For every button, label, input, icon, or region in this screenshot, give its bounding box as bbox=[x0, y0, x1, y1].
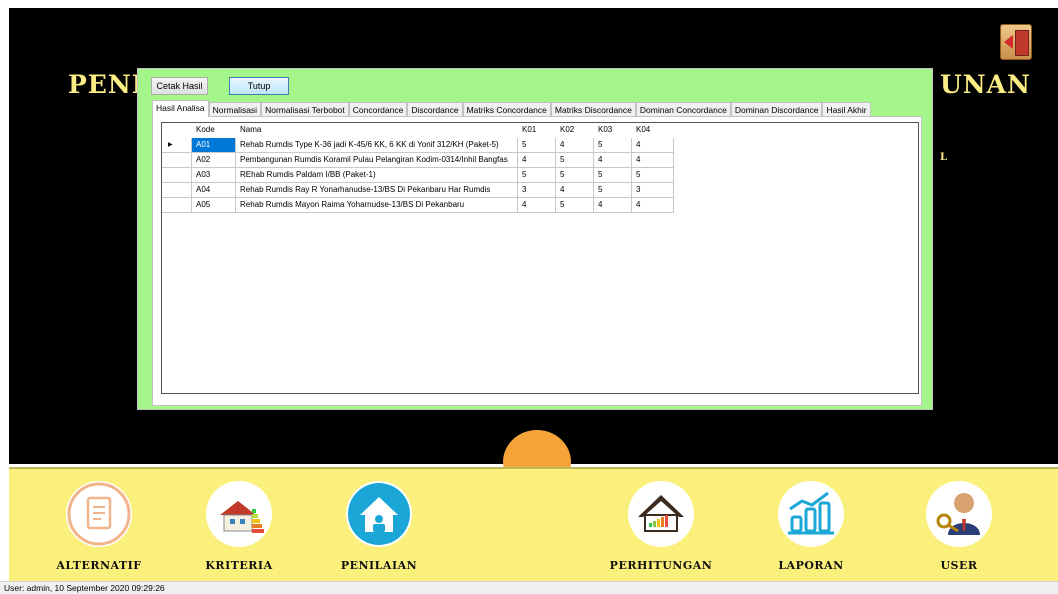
tab-discordance[interactable]: Discordance bbox=[407, 102, 463, 117]
print-result-button[interactable]: Cetak Hasil bbox=[151, 77, 208, 95]
status-bar: User: admin, 10 September 2020 09:29:26 bbox=[0, 581, 1058, 594]
cell-nama[interactable]: REhab Rumdis Paldam I/BB (Paket-1) bbox=[236, 168, 518, 183]
nav-icon-circle bbox=[628, 481, 694, 547]
nav-user[interactable]: USER bbox=[899, 469, 1019, 579]
cell-kode[interactable]: A04 bbox=[192, 183, 236, 198]
column-header-k01[interactable]: K01 bbox=[518, 123, 556, 138]
tab-matriks-concordance[interactable]: Matriks Concordance bbox=[462, 102, 551, 117]
cell-k02[interactable]: 4 bbox=[556, 183, 594, 198]
cell-k01[interactable]: 4 bbox=[518, 153, 556, 168]
receipt-icon bbox=[67, 482, 131, 546]
door-icon bbox=[1015, 30, 1029, 56]
cell-k03[interactable]: 4 bbox=[594, 153, 632, 168]
cell-kode[interactable]: A05 bbox=[192, 198, 236, 213]
cell-k04[interactable]: 3 bbox=[632, 183, 674, 198]
cell-k03[interactable]: 5 bbox=[594, 138, 632, 153]
tab-panel-hasil-analisa: Kode Nama K01 K02 K03 K04 ▶ A01 Rehab Ru… bbox=[152, 116, 922, 406]
nav-alternatif[interactable]: ALTERNATIF bbox=[39, 469, 159, 579]
house-rating-icon bbox=[638, 495, 684, 532]
nav-icon-circle bbox=[926, 481, 992, 547]
top-margin bbox=[0, 0, 1058, 8]
tab-normalisasi-terbobot[interactable]: Normalisasi Terbobot bbox=[261, 102, 349, 117]
cell-k03[interactable]: 5 bbox=[594, 183, 632, 198]
cell-k03[interactable]: 5 bbox=[594, 168, 632, 183]
nav-label: ALTERNATIF bbox=[56, 559, 142, 572]
cell-k03[interactable]: 4 bbox=[594, 198, 632, 213]
row-selector[interactable] bbox=[162, 183, 192, 198]
data-grid[interactable]: Kode Nama K01 K02 K03 K04 ▶ A01 Rehab Ru… bbox=[161, 122, 919, 394]
tab-matriks-discordance[interactable]: Matriks Discordance bbox=[550, 102, 636, 117]
exit-button[interactable] bbox=[1000, 24, 1032, 60]
row-selector-icon[interactable]: ▶ bbox=[162, 138, 192, 153]
column-header-k03[interactable]: K03 bbox=[594, 123, 632, 138]
cell-k04[interactable]: 4 bbox=[632, 153, 674, 168]
tab-normalisasi[interactable]: Normalisasi bbox=[208, 102, 262, 117]
tab-dominan-discordance[interactable]: Dominan Discordance bbox=[730, 102, 823, 117]
bar-chart-icon bbox=[788, 491, 834, 535]
cell-nama[interactable]: Rehab Rumdis Type K-36 jadi K-45/6 KK, 6… bbox=[236, 138, 518, 153]
nav-label: USER bbox=[940, 559, 978, 572]
column-header-nama[interactable]: Nama bbox=[236, 123, 518, 138]
row-selector[interactable] bbox=[162, 168, 192, 183]
app-window: PENE UNAN L Cetak Hasil Tutup Hasil Anal… bbox=[0, 0, 1058, 594]
tab-strip: Hasil Analisa Normalisasi Normalisasi Te… bbox=[152, 100, 871, 117]
cell-k02[interactable]: 5 bbox=[556, 153, 594, 168]
cell-k02[interactable]: 5 bbox=[556, 168, 594, 183]
nav-icon-circle bbox=[66, 481, 132, 547]
nav-perhitungan[interactable]: PERHITUNGAN bbox=[601, 469, 721, 579]
status-text: User: admin, 10 September 2020 09:29:26 bbox=[4, 583, 165, 593]
nav-icon-circle bbox=[346, 481, 412, 547]
app-title-right: UNAN bbox=[940, 70, 1031, 99]
nav-label: PENILAIAN bbox=[340, 559, 418, 572]
cell-kode[interactable]: A03 bbox=[192, 168, 236, 183]
app-subtitle-fragment: L bbox=[940, 152, 948, 163]
cell-k04[interactable]: 4 bbox=[632, 198, 674, 213]
row-selector[interactable] bbox=[162, 153, 192, 168]
cell-k02[interactable]: 5 bbox=[556, 198, 594, 213]
row-selector[interactable] bbox=[162, 198, 192, 213]
nav-kriteria[interactable]: KRITERIA bbox=[179, 469, 299, 579]
cell-k01[interactable]: 4 bbox=[518, 198, 556, 213]
cell-k02[interactable]: 4 bbox=[556, 138, 594, 153]
column-header-kode[interactable]: Kode bbox=[192, 123, 236, 138]
house-energy-icon bbox=[220, 501, 264, 533]
cell-k01[interactable]: 3 bbox=[518, 183, 556, 198]
nav-icon-circle bbox=[206, 481, 272, 547]
result-dialog: Cetak Hasil Tutup Hasil Analisa Normalis… bbox=[137, 68, 933, 410]
cell-kode[interactable]: A01 bbox=[192, 138, 236, 153]
cell-nama[interactable]: Rehab Rumdis Ray R Yonarhanudse-13/BS Di… bbox=[236, 183, 518, 198]
nav-label: KRITERIA bbox=[205, 559, 273, 572]
cell-nama[interactable]: Rehab Rumdis Mayon Raima Yoharnudse-13/B… bbox=[236, 198, 518, 213]
cell-k01[interactable]: 5 bbox=[518, 168, 556, 183]
cell-k01[interactable]: 5 bbox=[518, 138, 556, 153]
column-header-k04[interactable]: K04 bbox=[632, 123, 674, 138]
cell-k04[interactable]: 4 bbox=[632, 138, 674, 153]
user-keys-icon bbox=[936, 493, 980, 535]
house-user-icon bbox=[348, 483, 410, 545]
exit-arrow-icon bbox=[1004, 35, 1013, 49]
cell-kode[interactable]: A02 bbox=[192, 153, 236, 168]
column-header-k02[interactable]: K02 bbox=[556, 123, 594, 138]
nav-penilaian[interactable]: PENILAIAN bbox=[319, 469, 439, 579]
tab-concordance[interactable]: Concordance bbox=[348, 102, 408, 117]
nav-label: LAPORAN bbox=[778, 559, 844, 572]
cell-k04[interactable]: 5 bbox=[632, 168, 674, 183]
tab-hasil-akhir[interactable]: Hasil Akhir bbox=[822, 102, 871, 117]
close-button[interactable]: Tutup bbox=[229, 77, 289, 95]
cell-nama[interactable]: Pembangunan Rumdis Koramil Pulau Pelangi… bbox=[236, 153, 518, 168]
nav-laporan[interactable]: LAPORAN bbox=[751, 469, 871, 579]
row-header-corner bbox=[162, 123, 192, 138]
tab-hasil-analisa[interactable]: Hasil Analisa bbox=[152, 100, 209, 117]
nav-label: PERHITUNGAN bbox=[609, 559, 713, 572]
tab-dominan-concordance[interactable]: Dominan Concordance bbox=[635, 102, 731, 117]
nav-icon-circle bbox=[778, 481, 844, 547]
bottom-navigation: ALTERNATIF KRITERIA PENILAIAN PERHITUNGA… bbox=[9, 467, 1058, 581]
